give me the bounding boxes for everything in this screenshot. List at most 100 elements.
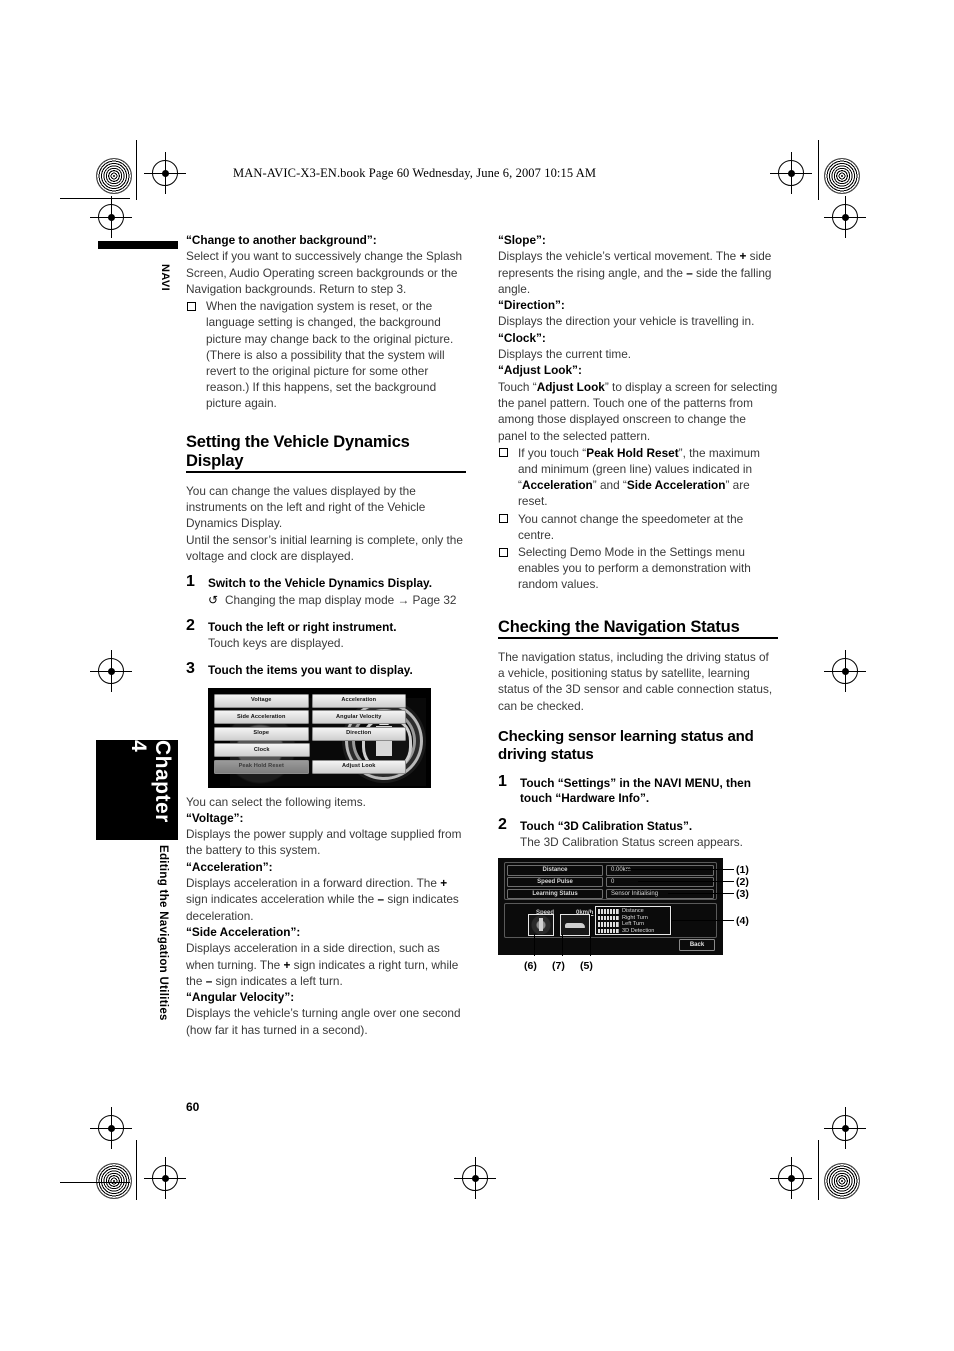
calibration-status-screenshot: Distance 0.00km Speed Pulse 0 Learning S…: [498, 858, 723, 956]
note-speedometer: You cannot change the speedometer at the…: [498, 511, 778, 543]
body-clock: Displays the current time.: [498, 347, 632, 362]
registration-target-bottom-right: [770, 1157, 812, 1199]
callout-leader-4-vertical: [671, 906, 672, 935]
note-demo-mode-text: Selecting Demo Mode in the Settings menu…: [518, 545, 751, 592]
touch-key-row: Voltage Acceleration: [214, 693, 406, 708]
back-button[interactable]: Back: [679, 939, 715, 952]
key-direction[interactable]: Direction: [311, 726, 406, 741]
touch-key-row: Side Acceleration Angular Velocity: [214, 710, 406, 725]
side-tab-chapter: Chapter 4: [96, 740, 178, 840]
side-tab-navi-label: NAVI: [159, 264, 171, 292]
term-acceleration: “Acceleration”:: [186, 859, 273, 874]
callout-label-4: (4): [736, 915, 749, 928]
progress-bar-row: 3D Detection: [598, 928, 668, 934]
step-2-subtext: Touch keys are displayed.: [208, 636, 344, 651]
crop-mark-right-vertical-bottom: [818, 1140, 819, 1200]
term-side-acceleration: “Side Acceleration”:: [186, 924, 301, 939]
select-items-line: You can select the following items.: [186, 794, 366, 809]
step-1-right-title: Touch “Settings” in the NAVI MENU, then …: [520, 776, 778, 807]
note-peak-hold-pre: If you touch “: [518, 445, 587, 460]
body-adjust-look: Touch “Adjust Look” to display a screen …: [498, 379, 778, 444]
key-angular-velocity[interactable]: Angular Velocity: [311, 710, 406, 725]
page-number: 60: [186, 1100, 200, 1114]
step-1-number: 1: [186, 573, 195, 591]
registration-target-left-upper: [90, 196, 132, 238]
term-angular-velocity: “Angular Velocity”:: [186, 990, 295, 1005]
note-speedometer-text: You cannot change the speedometer at the…: [518, 511, 744, 542]
step-2-left: 2 Touch the left or right instrument. To…: [186, 616, 466, 652]
callout-leader-5-vertical: [590, 913, 591, 957]
body-acceleration: Displays acceleration in a forward direc…: [186, 875, 466, 924]
registration-mark-top-right: [824, 158, 860, 194]
key-adjust-look[interactable]: Adjust Look: [311, 759, 406, 774]
callout-leader-6-vertical: [534, 934, 535, 957]
side-tab-chapter-subtitle-label: Editing the Navigation Utilities: [157, 845, 169, 1021]
note-background-reset-text: When the navigation system is reset, or …: [206, 299, 454, 411]
registration-mark-bottom-right: [824, 1163, 860, 1199]
body-adjust-look-pre: Touch “: [498, 379, 537, 394]
progress-meter-icon: [598, 909, 619, 914]
reference-arrow-icon: ↺: [208, 592, 219, 607]
step-2-number: 2: [186, 616, 195, 634]
step-2-right: 2 Touch “3D Calibration Status”. The 3D …: [498, 816, 778, 851]
step-1-left: 1 Switch to the Vehicle Dynamics Display…: [186, 573, 466, 608]
progress-label-3d-detection: 3D Detection: [622, 927, 655, 934]
note-square-icon: [187, 301, 196, 311]
body-angular-velocity: Displays the vehicle’s turning angle ove…: [186, 1006, 461, 1037]
side-tab-chapter-subtitle: Editing the Navigation Utilities: [150, 845, 176, 1075]
term-slope: “Slope”:: [498, 233, 546, 247]
registration-target-bottom-center: [454, 1157, 496, 1199]
heading-checking-navigation-status: Checking the Navigation Status: [498, 618, 778, 639]
body-slope-pre: Displays the vehicle’s vertical movement…: [498, 249, 740, 264]
key-empty-slot: [313, 743, 407, 755]
note-bold-peak-hold-reset: Peak Hold Reset: [586, 445, 679, 460]
term-adjust-look: “Adjust Look”:: [498, 363, 582, 378]
term-voltage: “Voltage”:: [186, 810, 244, 825]
right-column: “Slope”: Displays the vehicle’s vertical…: [498, 232, 778, 973]
intro-navigation-status: The navigation status, including the dri…: [498, 649, 773, 713]
side-tab-chapter-label: Chapter 4: [127, 740, 174, 823]
step-1-right-title-pre: Touch “Settings” in the: [520, 775, 655, 790]
touch-key-grid: Voltage Acceleration Side Acceleration A…: [214, 693, 407, 760]
key-slope[interactable]: Slope: [214, 726, 309, 741]
callout-leader-1: [626, 869, 734, 871]
step-2-right-title: Touch “3D Calibration Status”.: [520, 818, 693, 833]
note-bold-acceleration: Acceleration: [521, 478, 593, 493]
registration-target-left-middle: [90, 650, 132, 692]
note-demo-mode: Selecting Demo Mode in the Settings menu…: [498, 544, 778, 593]
crop-mark-left-vertical-bottom: [136, 1140, 137, 1200]
registration-mark-bottom-left: [96, 1163, 132, 1199]
progress-meter-icon: [598, 922, 619, 927]
heading-setting-vehicle-dynamics: Setting the Vehicle Dynamics Display: [186, 433, 466, 473]
touch-key-row: Slope Direction: [214, 726, 406, 741]
step-1-reference-text: Changing the map display mode → Page 32: [225, 592, 457, 607]
note-peak-hold-mid2: ” and “: [592, 478, 627, 493]
registration-target-bottom-left: [144, 1157, 186, 1199]
step-1-reference: ↺ Changing the map display mode → Page 3…: [208, 592, 466, 608]
key-clock[interactable]: Clock: [214, 743, 310, 758]
key-peak-hold-reset[interactable]: Peak Hold Reset: [214, 759, 309, 774]
key-voltage[interactable]: Voltage: [214, 693, 309, 708]
term-change-background: “Change to another background”:: [186, 233, 377, 247]
callout-leader-2: [638, 881, 734, 883]
callout-label-6: (6): [524, 960, 537, 973]
key-side-acceleration[interactable]: Side Acceleration: [214, 710, 309, 725]
step-3-left: 3 Touch the items you want to display. V…: [186, 660, 466, 788]
note-peak-hold-reset: If you touch “Peak Hold Reset”, the maxi…: [498, 445, 778, 510]
crop-mark-left-vertical: [136, 140, 137, 200]
key-acceleration[interactable]: Acceleration: [311, 693, 406, 708]
status-value-distance: 0.00km: [606, 865, 714, 876]
registration-target-left-lower: [90, 1107, 132, 1149]
step-3-number: 3: [186, 660, 195, 678]
note-bold-side-acceleration: Side Acceleration: [626, 478, 726, 493]
step-1-right-number: 1: [498, 772, 507, 790]
left-column: “Change to another background”: Select i…: [186, 232, 466, 1038]
body-acceleration-mid: sign indicates acceleration while the: [186, 892, 378, 907]
body-change-background: Select if you want to successively chang…: [186, 249, 463, 296]
step-2-title: Touch the left or right instrument.: [208, 619, 397, 634]
registration-target-right-upper: [824, 196, 866, 238]
body-voltage: Displays the power supply and voltage su…: [186, 827, 462, 858]
step-1-right-title-bold: NAVI MENU: [654, 775, 720, 790]
callout-leader-7-vertical: [562, 934, 563, 957]
body-side-acceleration-post: sign indicates a left turn.: [212, 973, 343, 988]
